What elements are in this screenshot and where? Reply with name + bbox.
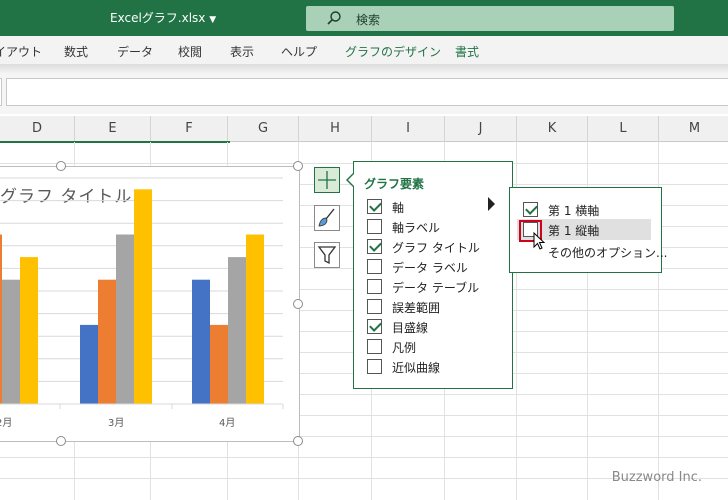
chart-bar[interactable] [20,257,38,404]
axes-submenu-arrow-icon[interactable] [488,197,495,211]
chart-bar[interactable] [80,324,98,404]
chart-bar[interactable] [192,279,210,404]
element-label: データ テーブル [392,281,480,295]
resize-handle[interactable] [293,436,303,446]
chart-bar[interactable] [0,234,2,405]
chart-filters-button[interactable] [314,242,340,268]
chart-elements-button[interactable] [314,167,340,193]
chart-bar[interactable] [210,324,228,404]
tab-chart-design[interactable]: グラフのデザイン [345,43,441,60]
search-box[interactable]: 検索 [306,6,674,31]
resize-handle[interactable] [293,299,303,309]
plus-icon [318,171,336,189]
x-axis-label: 3月 [108,418,125,429]
column-header[interactable]: L [588,116,659,142]
checkbox[interactable] [523,202,538,217]
x-axis-label: 4月 [219,418,236,429]
mouse-cursor-icon [533,232,546,250]
column-header[interactable]: K [517,116,588,142]
plot-area[interactable] [0,0,300,440]
panel-title: グラフ要素 [364,177,425,191]
search-icon [327,11,341,25]
column-header[interactable]: H [299,116,372,142]
checkbox[interactable] [367,279,382,294]
checkbox[interactable] [367,299,382,314]
more-options-link[interactable]: その他のオプション... [548,244,667,261]
chart-bar[interactable] [2,279,20,404]
element-label: 軸ラベル [392,221,441,235]
element-label: 目盛線 [392,321,429,335]
column-header[interactable]: M [659,116,728,142]
chart-bar[interactable] [134,189,152,404]
checkbox[interactable] [367,199,382,214]
watermark: Buzzword Inc. [611,470,702,485]
checkbox[interactable] [367,339,382,354]
element-label: 凡例 [392,341,417,355]
brush-icon [318,208,335,227]
chart-bar[interactable] [228,257,246,404]
element-label: グラフ タイトル [392,241,480,255]
checkbox[interactable] [367,319,382,334]
checkbox[interactable] [367,219,382,234]
column-header[interactable]: J [445,116,517,142]
element-label: 軸 [392,201,405,215]
chart-styles-button[interactable] [314,205,340,231]
tab-format[interactable]: 書式 [455,43,479,60]
resize-handle[interactable] [56,436,66,446]
chart-bar[interactable] [98,279,116,404]
chart-bar[interactable] [246,234,264,405]
excel-window: Excelグラフ.xlsx ▼ 検索 イアウト 数式 データ 校閲 表示 ヘルプ… [0,0,728,500]
panel-pointer-fill [348,173,355,187]
column-header[interactable]: I [372,116,445,142]
resize-handle[interactable] [293,161,303,171]
checkbox[interactable] [367,359,382,374]
resize-handle[interactable] [56,161,66,171]
element-label: 誤差範囲 [392,301,441,315]
option-label: 第 1 横軸 [548,204,600,218]
checkbox[interactable] [367,239,382,254]
checkbox[interactable] [367,259,382,274]
element-label: 近似曲線 [392,361,441,375]
search-placeholder: 検索 [356,13,381,27]
x-axis-label: 2月 [0,418,13,429]
chart-bar[interactable] [116,234,134,405]
filter-icon [317,246,337,265]
option-label: 第 1 縦軸 [548,224,600,238]
element-label: データ ラベル [392,261,468,275]
